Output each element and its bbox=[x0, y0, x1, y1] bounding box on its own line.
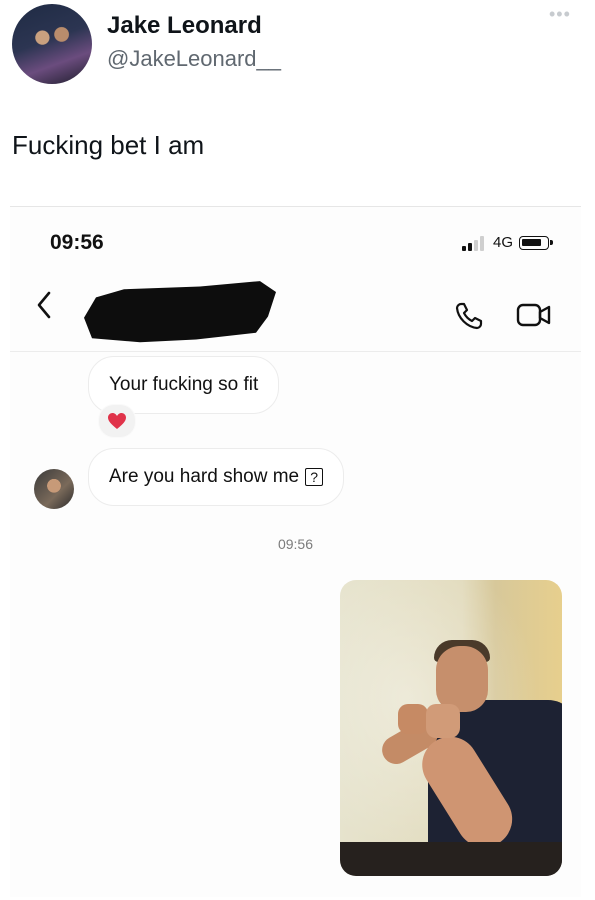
display-name[interactable]: Jake Leonard bbox=[107, 12, 262, 40]
tweet-text: Fucking bet I am bbox=[12, 130, 205, 160]
more-dots-icon[interactable]: ••• bbox=[549, 4, 571, 25]
tweet-header: Jake Leonard @JakeLeonard__ ••• bbox=[0, 0, 595, 90]
redacted-contact-name bbox=[84, 281, 276, 343]
message-timestamp: 09:56 bbox=[277, 536, 314, 552]
battery-icon bbox=[519, 236, 553, 250]
received-message-bubble[interactable]: Are you hard show me? bbox=[88, 448, 345, 506]
status-bar-icons: 4G bbox=[462, 233, 572, 253]
phone-call-icon[interactable] bbox=[454, 301, 484, 331]
message-thread: Your fucking so fit Are you hard show me… bbox=[10, 352, 581, 897]
heart-reaction-icon[interactable] bbox=[98, 404, 136, 438]
dm-nav-bar bbox=[10, 263, 581, 352]
message-text: Are you hard show me bbox=[109, 466, 300, 487]
network-type-label: 4G bbox=[493, 234, 514, 251]
sender-avatar[interactable] bbox=[34, 469, 74, 509]
profile-avatar[interactable] bbox=[12, 4, 92, 84]
status-bar-time: 09:56 bbox=[50, 231, 104, 254]
sent-photo-message[interactable] bbox=[340, 580, 562, 876]
video-call-icon[interactable] bbox=[516, 301, 552, 329]
user-handle[interactable]: @JakeLeonard__ bbox=[107, 46, 281, 72]
signal-strength-icon bbox=[462, 235, 490, 251]
message-text: Your fucking so fit bbox=[109, 374, 259, 395]
dm-screenshot-image: 09:56 4G Your fucking so fit Are you har… bbox=[10, 206, 581, 897]
red-heart-icon bbox=[108, 413, 126, 429]
back-chevron-icon[interactable] bbox=[36, 291, 52, 319]
unsupported-glyph-box: ? bbox=[305, 467, 324, 486]
